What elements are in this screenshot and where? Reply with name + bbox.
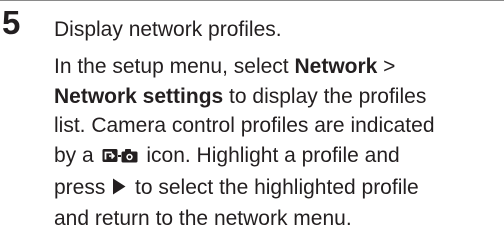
body-text: to display the profiles: [223, 84, 427, 108]
body-line-1: In the setup menu, select Network >: [54, 52, 502, 82]
body-line-6: and return to the network menu.: [54, 206, 352, 230]
menu-item-network-settings: Network settings: [54, 84, 224, 108]
body-line-3: list. Camera control profiles are indica…: [54, 114, 435, 138]
body-text: to select the highlighted profile: [129, 176, 419, 200]
top-divider: [0, 0, 504, 1]
step-number: 5: [2, 4, 21, 41]
body-text: icon. Highlight a profile and: [140, 143, 400, 167]
camera-control-profile-icon: [102, 144, 139, 174]
body-text: by a: [54, 143, 100, 167]
body-text: In the setup menu, select: [54, 55, 295, 78]
menu-item-network: Network: [294, 55, 378, 78]
body-line-2: Network settings to display the profiles: [54, 82, 502, 112]
body-line-5: press to select the highlighted profile: [54, 173, 502, 204]
step-body: In the setup menu, select Network > Netw…: [54, 52, 502, 234]
menu-separator: >: [377, 55, 396, 78]
body-line-4: by a icon. Highlight a profile and: [54, 141, 502, 174]
right-arrow-icon: [112, 174, 126, 204]
step-heading: Display network profiles.: [54, 18, 282, 41]
body-text: press: [54, 176, 112, 200]
